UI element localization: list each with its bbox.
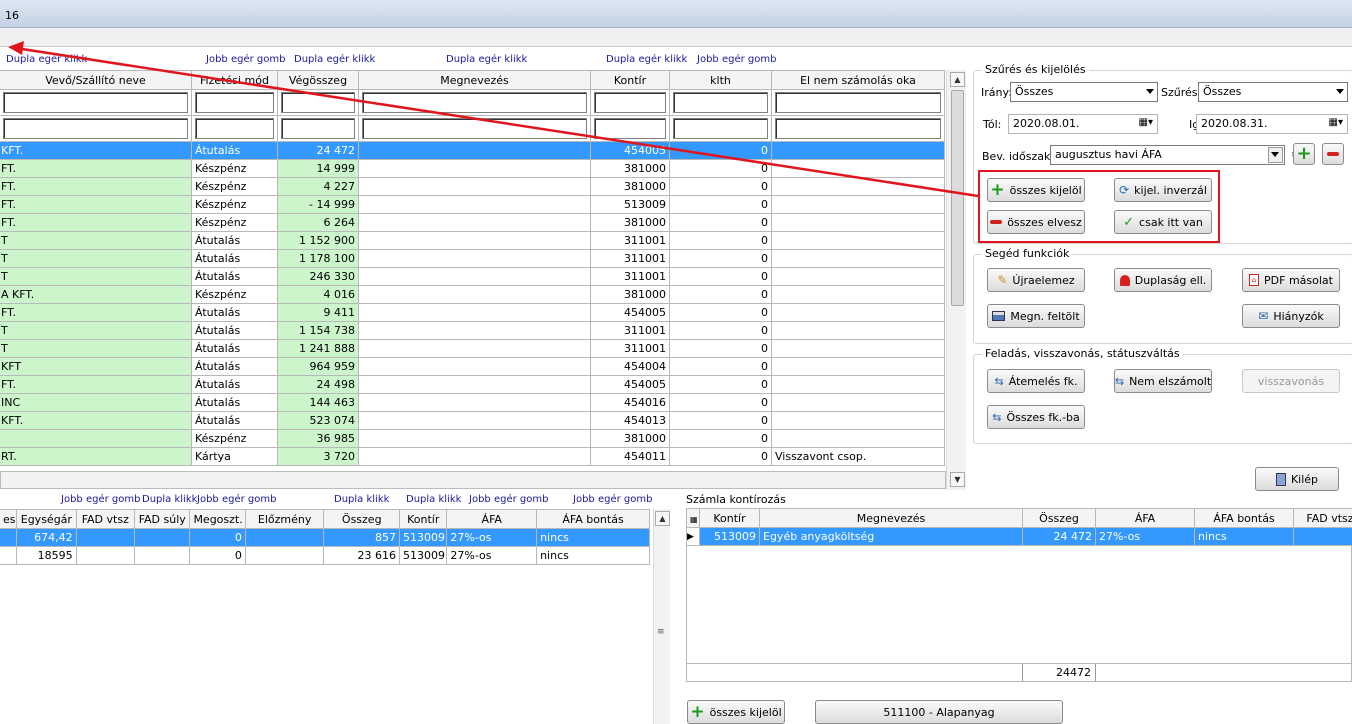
arrow-line [21, 47, 979, 198]
annotation-arrow [8, 41, 979, 198]
arrow-head-icon [8, 41, 24, 55]
